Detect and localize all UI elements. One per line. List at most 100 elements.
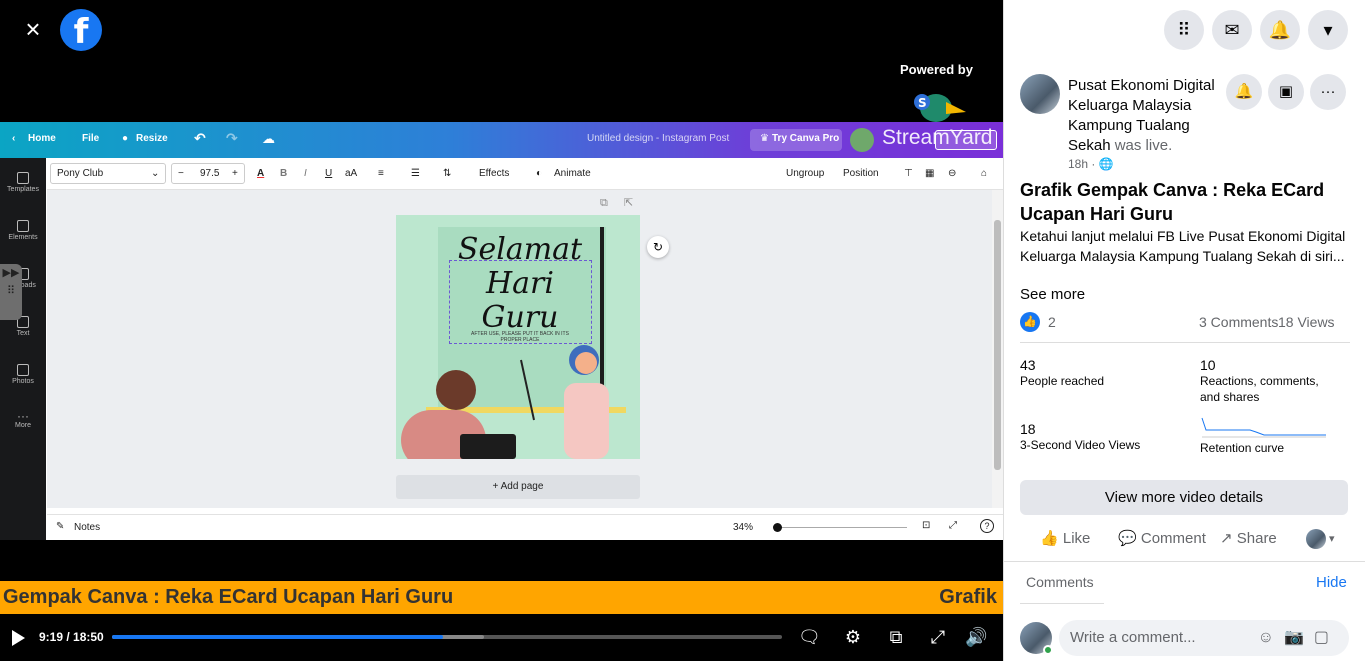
- settings-gear-icon[interactable]: ⚙: [842, 626, 864, 648]
- increase-size-icon[interactable]: +: [232, 168, 238, 179]
- reaction-count[interactable]: 2: [1048, 314, 1056, 330]
- comment-button[interactable]: 💬 Comment: [1118, 529, 1206, 547]
- facebook-logo-icon[interactable]: f: [60, 9, 102, 52]
- hide-comments-link[interactable]: Hide: [1316, 574, 1347, 591]
- divider: [1020, 342, 1350, 343]
- italic-icon[interactable]: I: [304, 168, 307, 179]
- animate-button[interactable]: Animate: [554, 168, 591, 179]
- post-timestamp[interactable]: 18h · 🌐: [1068, 157, 1114, 171]
- picture-in-picture-icon[interactable]: ⧉: [885, 626, 907, 648]
- views-count[interactable]: 18 Views: [1278, 314, 1335, 330]
- help-icon[interactable]: ?: [980, 519, 994, 533]
- spacing-icon[interactable]: ⇅: [443, 168, 451, 179]
- ungroup-button[interactable]: Ungroup: [786, 168, 824, 179]
- canva-bottom-bar: ✎ Notes 34% ⊡ ⤢ ?: [47, 514, 1003, 540]
- refresh-icon[interactable]: ↻: [647, 236, 669, 258]
- share-button[interactable]: [935, 130, 997, 150]
- account-chevron-down-icon[interactable]: ▾: [1308, 10, 1348, 50]
- design-page[interactable]: Selamat Hari Guru AFTER USE, PLEASE PUT I…: [396, 215, 640, 459]
- divider: [1004, 561, 1365, 562]
- menu-grid-icon[interactable]: ⠿: [1164, 10, 1204, 50]
- sidebar-item-more[interactable]: ··· More: [0, 410, 46, 429]
- video-viewer: × f Powered by S ‹ Home File ● Resize ↶ …: [0, 0, 1003, 661]
- sidebar-item-templates[interactable]: Templates: [0, 172, 46, 193]
- page-name[interactable]: Pusat Ekonomi Digital Keluarga Malaysia …: [1068, 76, 1228, 156]
- actor-avatar[interactable]: [1306, 529, 1326, 549]
- align-center-icon[interactable]: ≡: [378, 168, 384, 179]
- save-box-icon[interactable]: ▣: [1268, 74, 1304, 110]
- bold-icon[interactable]: B: [280, 168, 287, 179]
- redo-icon[interactable]: ↷: [226, 130, 238, 147]
- collapse-panel-handle[interactable]: ▶▶ ⠿: [0, 264, 22, 320]
- volume-icon[interactable]: 🔊: [965, 626, 987, 648]
- letter-case-icon[interactable]: aA: [345, 168, 357, 179]
- view-more-details-button[interactable]: View more video details: [1020, 480, 1348, 515]
- emoji-icon[interactable]: ☺: [1258, 629, 1284, 646]
- see-more-link[interactable]: See more: [1020, 286, 1085, 303]
- messenger-icon[interactable]: ✉: [1212, 10, 1252, 50]
- video-description: Ketahui lanjut melalui FB Live Pusat Eko…: [1020, 228, 1346, 264]
- camera-icon[interactable]: 📷: [1284, 629, 1314, 646]
- paint-roller-icon[interactable]: ⊤: [904, 168, 913, 179]
- text-color-icon[interactable]: A: [257, 168, 264, 179]
- font-size-value[interactable]: 97.5: [200, 168, 219, 179]
- duplicate-page-icon[interactable]: ⧉: [600, 197, 608, 210]
- undo-icon[interactable]: ↶: [194, 130, 206, 147]
- like-reaction-icon[interactable]: 👍: [1020, 312, 1040, 332]
- canva-canvas[interactable]: ⧉ ⇱ ↻ Selamat Hari Guru AFTER USE, PLEAS…: [47, 190, 993, 508]
- comment-icon: 💬: [1118, 530, 1137, 547]
- share-icon: ↗: [1220, 530, 1233, 547]
- more-options-icon[interactable]: ···: [1310, 74, 1346, 110]
- comment-input[interactable]: Write a comment... ☺📷▢: [1059, 620, 1349, 656]
- news-ticker: Gempak Canva : Reka ECard Ucapan Hari Gu…: [0, 581, 1003, 614]
- page-avatar[interactable]: [1020, 74, 1060, 114]
- captions-icon[interactable]: 🗨: [798, 626, 821, 648]
- comments-heading: Comments: [1026, 574, 1094, 590]
- back-chevron-icon[interactable]: ‹: [12, 133, 15, 144]
- notes-button[interactable]: Notes: [74, 522, 100, 533]
- page-count-icon[interactable]: ⊡: [922, 520, 930, 531]
- sidebar-item-photos[interactable]: Photos: [0, 364, 46, 385]
- share-button[interactable]: ↗ Share: [1220, 529, 1277, 547]
- notes-icon[interactable]: ✎: [56, 521, 64, 532]
- notifications-bell-icon[interactable]: 🔔: [1260, 10, 1300, 50]
- canva-resize-button[interactable]: Resize: [136, 133, 168, 144]
- link-icon[interactable]: ⊖: [948, 168, 956, 179]
- sidebar-item-elements[interactable]: Elements: [0, 220, 46, 241]
- try-pro-label: Try Canva Pro: [772, 133, 840, 144]
- user-avatar[interactable]: [850, 128, 874, 152]
- play-icon[interactable]: [12, 630, 25, 646]
- video-frame[interactable]: ‹ Home File ● Resize ↶ ↷ ☁ Untitled desi…: [0, 122, 1003, 540]
- comments-count[interactable]: 3 Comments: [1199, 314, 1278, 330]
- canva-file-button[interactable]: File: [82, 133, 99, 144]
- powered-by-label: Powered by: [900, 62, 973, 77]
- close-icon[interactable]: ×: [20, 16, 46, 42]
- sticker-icon[interactable]: ▢: [1314, 629, 1339, 646]
- crown-icon: ●: [122, 133, 129, 144]
- design-small-text: AFTER USE, PLEASE PUT IT BACK IN ITS PRO…: [471, 331, 569, 343]
- fullscreen-icon[interactable]: ⤢: [949, 520, 957, 531]
- elements-icon: [17, 220, 29, 232]
- progress-bar[interactable]: [112, 635, 782, 639]
- chevron-down-icon[interactable]: ▾: [1329, 532, 1335, 545]
- underline-icon[interactable]: U: [325, 168, 332, 179]
- lock-icon[interactable]: ⌂: [981, 168, 987, 179]
- scrollbar-thumb[interactable]: [994, 220, 1001, 470]
- add-page-button[interactable]: + Add page: [396, 475, 640, 499]
- zoom-slider-thumb[interactable]: [773, 523, 782, 532]
- canva-home-button[interactable]: Home: [28, 133, 56, 144]
- transparency-icon[interactable]: ▦: [925, 168, 934, 179]
- effects-button[interactable]: Effects: [479, 168, 509, 179]
- fullscreen-expand-icon[interactable]: ⤢: [927, 626, 949, 648]
- more-dots-icon: ···: [17, 409, 29, 423]
- canvas-vertical-scrollbar[interactable]: [992, 190, 1003, 508]
- zoom-slider[interactable]: [777, 527, 907, 528]
- position-button[interactable]: Position: [843, 168, 879, 179]
- like-button[interactable]: 👍 Like: [1040, 529, 1090, 547]
- decrease-size-icon[interactable]: −: [178, 168, 184, 179]
- add-page-icon[interactable]: ⇱: [624, 196, 633, 209]
- follow-bell-icon[interactable]: 🔔: [1226, 74, 1262, 110]
- list-icon[interactable]: ☰: [411, 168, 420, 179]
- video-controls: 9:19 / 18:50 🗨 ⚙ ⧉ ⤢ 🔊: [0, 614, 1003, 661]
- canva-doc-title[interactable]: Untitled design - Instagram Post: [587, 133, 729, 144]
